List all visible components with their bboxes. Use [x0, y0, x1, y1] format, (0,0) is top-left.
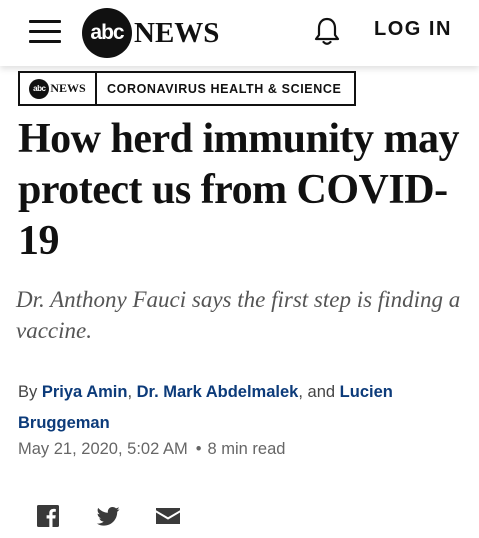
login-button[interactable]: LOG IN — [374, 18, 452, 41]
hamburger-menu-icon[interactable] — [29, 20, 61, 44]
publish-date: May 21, 2020, 5:02 AM — [18, 440, 188, 458]
site-header: abc NEWS LOG IN — [0, 0, 479, 66]
email-icon[interactable] — [155, 503, 181, 529]
separator-dot: • — [195, 440, 202, 458]
section-tag[interactable]: abc NEWS CORONAVIRUS HEALTH & SCIENCE — [18, 71, 356, 106]
bell-icon[interactable] — [311, 15, 343, 47]
byline-prefix: By — [18, 383, 38, 401]
section-label: CORONAVIRUS HEALTH & SCIENCE — [107, 81, 342, 96]
byline-comma: , — [127, 383, 133, 401]
author-link[interactable]: Dr. Mark Abdelmalek — [137, 383, 299, 401]
author-link[interactable]: Priya Amin — [42, 383, 128, 401]
tag-logo: abc NEWS — [20, 73, 97, 104]
logo-mark: abc — [82, 8, 132, 58]
tag-logo-text: NEWS — [50, 81, 86, 95]
byline: By Priya Amin, Dr. Mark Abdelmalek, and … — [18, 377, 458, 439]
logo-text: NEWS — [134, 16, 220, 49]
abc-news-logo[interactable]: abc NEWS — [82, 7, 219, 59]
facebook-icon[interactable] — [36, 503, 60, 529]
byline-and: , and — [298, 383, 336, 401]
article-headline: How herd immunity may protect us from CO… — [18, 116, 460, 264]
twitter-icon[interactable] — [95, 503, 121, 529]
read-time: 8 min read — [207, 440, 286, 458]
article-dek: Dr. Anthony Fauci says the first step is… — [16, 287, 461, 343]
dateline: May 21, 2020, 5:02 AM • 8 min read — [18, 440, 285, 459]
tag-logo-mark: abc — [29, 78, 50, 99]
